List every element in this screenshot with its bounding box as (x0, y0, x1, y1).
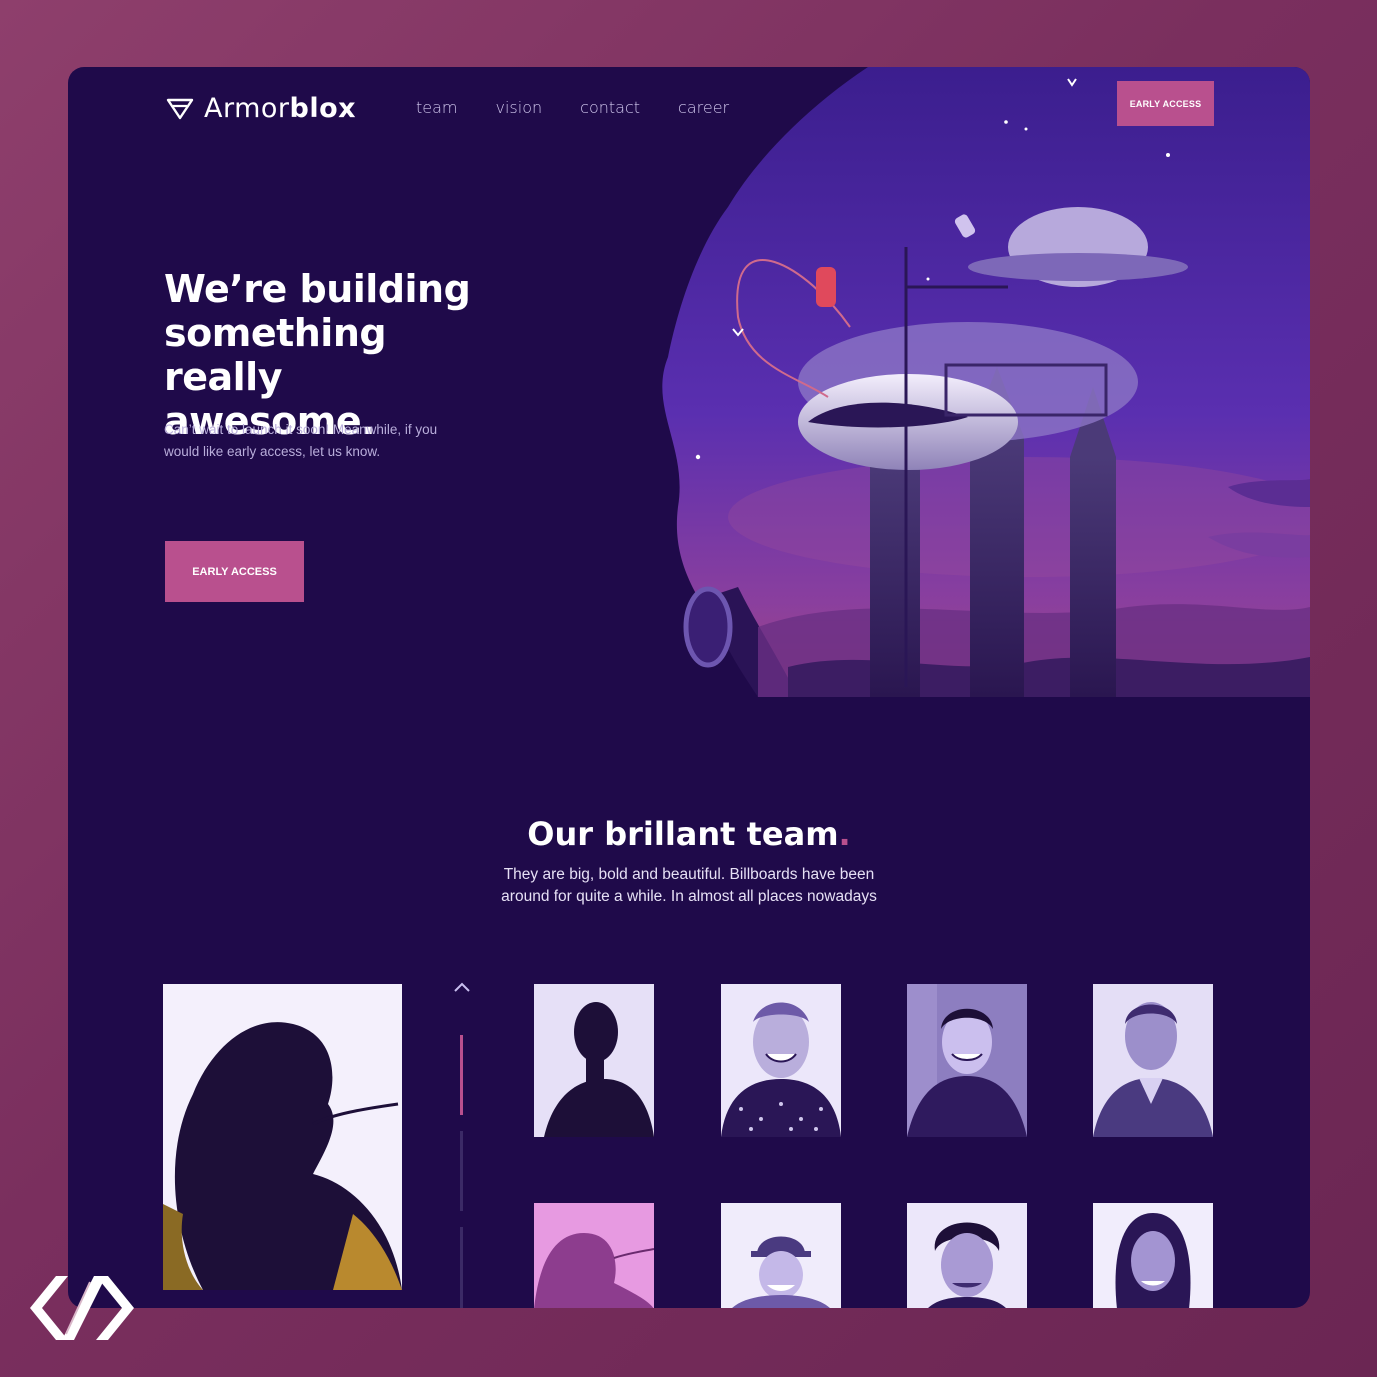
brand-logo[interactable]: Armorblox (166, 93, 356, 124)
team-subtitle: They are big, bold and beautiful. Billbo… (501, 866, 877, 905)
team-member-photo[interactable] (1093, 1203, 1213, 1308)
nav-item-career[interactable]: career (678, 98, 729, 117)
hero-subtitle: Can’t wait to launch it soon! Meanwhile,… (164, 422, 438, 459)
featured-team-photo[interactable] (163, 984, 402, 1290)
landing-page: Armorblox team vision contact career EAR… (68, 67, 1310, 1308)
team-member-photo[interactable] (534, 1203, 654, 1308)
team-member-photo[interactable] (534, 984, 654, 1137)
hero-title: We’re building something really awesome. (164, 267, 471, 443)
team-title: Our brillant team. (527, 815, 851, 853)
hero-early-access-button[interactable]: EARLY ACCESS (165, 541, 304, 602)
brand-name: Armorblox (204, 93, 357, 124)
shield-logo-icon (166, 98, 194, 119)
header-early-access-button[interactable]: EARLY ACCESS (1117, 81, 1214, 126)
team-scrollbar[interactable] (460, 1035, 463, 1308)
angle-brackets-logo-icon (30, 1276, 134, 1340)
team-member-photo[interactable] (907, 1203, 1027, 1308)
hero-illustration (608, 67, 1310, 707)
main-nav: team vision contact career (416, 98, 729, 117)
team-member-photo[interactable] (1093, 984, 1213, 1137)
team-member-photo[interactable] (907, 984, 1027, 1137)
nav-item-contact[interactable]: contact (580, 98, 640, 117)
team-member-photo[interactable] (721, 984, 841, 1137)
nav-item-team[interactable]: team (416, 98, 458, 117)
team-member-photo[interactable] (721, 1203, 841, 1308)
nav-item-vision[interactable]: vision (496, 98, 543, 117)
team-title-dot: . (838, 815, 851, 853)
chevron-up-icon[interactable] (452, 979, 472, 995)
